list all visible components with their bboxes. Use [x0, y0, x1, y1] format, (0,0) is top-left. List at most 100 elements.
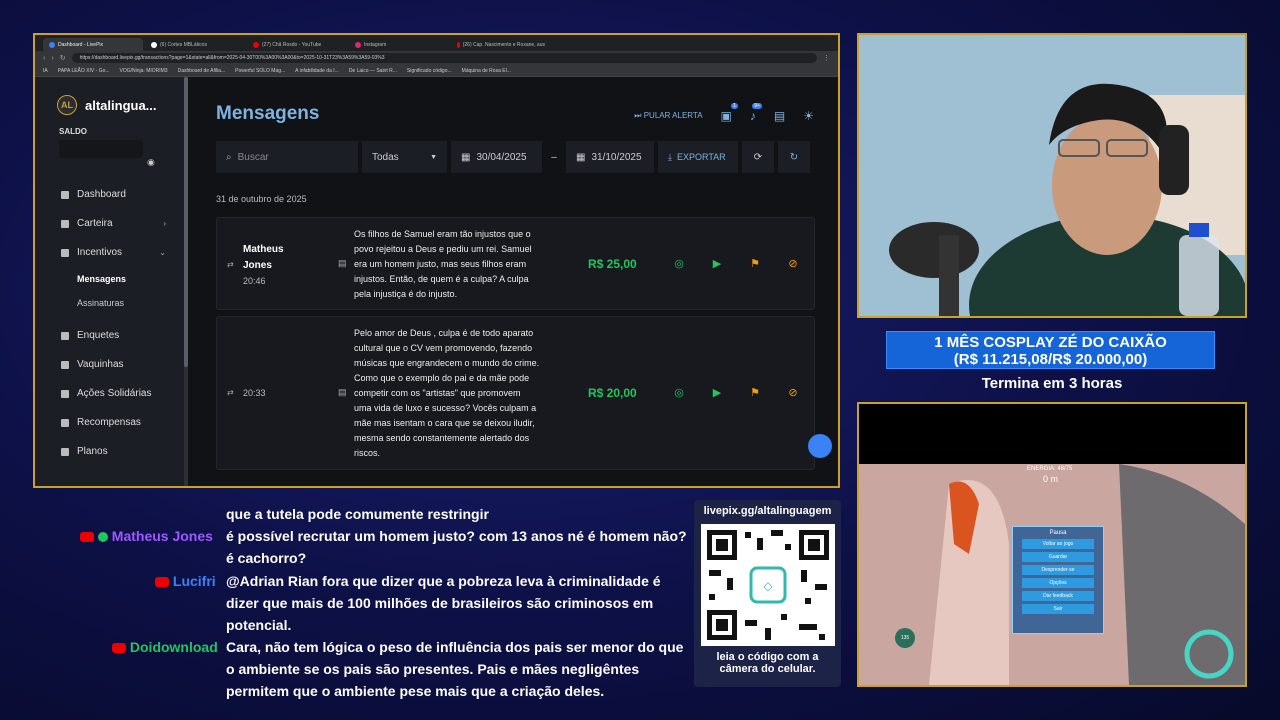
sidebar-item-recompensas[interactable]: Recompensas [35, 408, 188, 437]
notifications-icon[interactable]: ▣ 1 [721, 103, 738, 123]
qr-caption-line: leia o código com a [716, 651, 819, 663]
tab-label: (27) Chã Rosdo - YouTube [262, 41, 322, 48]
qr-code: ◇ [700, 524, 835, 646]
pause-title: Pausa [1049, 530, 1067, 536]
bookmarks-bar: IA PAPA LEÃO XIV - Go... VOG/Ninja: MIOR… [35, 65, 838, 77]
reward-icon [61, 418, 69, 427]
bookmark[interactable]: IA [43, 68, 48, 74]
sidebar-item-acoes-solidarias[interactable]: Ações Solidárias [35, 379, 188, 408]
block-icon[interactable]: ⊘ [786, 256, 800, 270]
logo-badge: AL [57, 95, 77, 115]
pause-button[interactable]: Guardar [1022, 552, 1094, 562]
x-favicon-icon [151, 41, 157, 48]
flag-icon[interactable]: ⚑ [748, 385, 762, 399]
chat-message: Lucifri [155, 570, 216, 592]
message-time: 20:33 [243, 388, 266, 398]
chat-support-button[interactable] [808, 434, 832, 458]
glasses-icon[interactable]: ◎ [672, 256, 686, 270]
swap-icon: ⇄ [227, 388, 234, 397]
layout-icon[interactable]: ▤ [774, 109, 785, 123]
bookmark[interactable]: Powerful SOLO Mag... [235, 68, 285, 74]
livepix-favicon-icon [49, 41, 55, 48]
exportar-button[interactable]: ⤓ EXPORTAR [658, 141, 738, 173]
refresh-button[interactable]: ↻ [778, 141, 810, 173]
notification-badge: 9+ [752, 103, 762, 109]
message-line: pela injustiça é do injusto. [354, 289, 458, 299]
svg-text:◇: ◇ [763, 579, 773, 593]
browser-tab[interactable]: Dashboard - LivePix [43, 38, 143, 51]
chat-line: @Adrian Rian fora que dizer que a pobrez… [226, 573, 661, 589]
browser-tab[interactable]: Instagram [349, 38, 449, 51]
browser-tab[interactable]: (6) Cortes MBLáticos [145, 38, 245, 51]
tab-bar: Dashboard - LivePix (6) Cortes MBLáticos… [35, 35, 838, 51]
message-line: mãe mas isentam o cara que se deixou ilu… [354, 418, 535, 428]
search-input[interactable]: ⌕ Buscar [216, 141, 358, 173]
sidebar-item-vaquinhas[interactable]: Vaquinhas [35, 350, 188, 379]
play-icon[interactable]: ▶ [710, 385, 724, 399]
pular-alerta-button[interactable]: ⏭ PULAR ALERTA [634, 111, 702, 121]
swap-icon: ⇄ [227, 260, 234, 269]
sidebar-item-label: Enquetes [77, 330, 120, 341]
sidebar-item-enquetes[interactable]: Enquetes [35, 321, 188, 350]
pause-button[interactable]: Voltar ao jogo [1022, 539, 1094, 549]
date-from-input[interactable]: ▦ 30/04/2025 [451, 141, 542, 173]
theme-toggle-icon[interactable]: ☀ [803, 109, 814, 123]
extensions-icon[interactable]: ⋮ [823, 54, 830, 62]
bookmark[interactable]: PAPA LEÃO XIV - Go... [58, 68, 110, 74]
sidebar-item-planos[interactable]: Planos [35, 437, 188, 466]
youtube-icon [155, 577, 169, 588]
pause-button[interactable]: Sair [1022, 604, 1094, 614]
bookmark[interactable]: VOG/Ninja: MIORIM3 [120, 68, 168, 74]
sidebar-subitem-assinaturas[interactable]: Assinaturas [35, 291, 188, 315]
sidebar-subitem-mensagens[interactable]: Mensagens [35, 267, 188, 291]
pause-button[interactable]: Dar feedback [1022, 591, 1094, 601]
url-input[interactable]: https://dashboard.livepix.gg/transaction… [71, 53, 817, 63]
youtube-icon [112, 643, 126, 654]
bell-icon[interactable]: ♪ 9+ [750, 103, 762, 123]
sidebar-item-dashboard[interactable]: Dashboard [35, 180, 188, 209]
message-icon: ▤ [338, 387, 347, 397]
logo[interactable]: AL altalingua... [35, 95, 188, 115]
depth-readout: 0 m [1043, 474, 1059, 484]
chevron-right-icon: › [163, 219, 166, 228]
energy-readout: ENERGIA: 48/75 [1027, 466, 1073, 472]
date-from-value: 30/04/2025 [476, 151, 527, 163]
message-line: cultural que o CV vem promovendo, fazend… [354, 343, 533, 353]
browser-tab[interactable]: (26) Cap. Nascimento e Roxane, aus [451, 38, 551, 51]
sidebar-item-label: Ações Solidárias [77, 388, 152, 399]
bookmark[interactable]: Significado código... [407, 68, 452, 74]
eye-icon[interactable]: ◉ [147, 157, 155, 168]
sidebar-item-carteira[interactable]: Carteira › [35, 209, 188, 238]
sidebar-item-incentivos[interactable]: Incentivos ⌄ [35, 238, 188, 267]
chat-username: Doidownload [129, 639, 218, 655]
tab-label: (6) Cortes MBLáticos [160, 41, 207, 48]
bookmark[interactable]: Dashboard de Afilia... [178, 68, 226, 74]
youtube-favicon-icon [253, 41, 259, 48]
bookmark[interactable]: Máquina de Rosa El... [462, 68, 511, 74]
browser-tab[interactable]: (27) Chã Rosdo - YouTube [247, 38, 347, 51]
back-icon[interactable]: ‹ [43, 55, 45, 62]
forward-icon[interactable]: › [51, 55, 53, 62]
calendar-icon: ▦ [576, 151, 586, 163]
sync-button[interactable]: ⟳ [742, 141, 774, 173]
date-to-input[interactable]: ▦ 31/10/2025 [566, 141, 654, 173]
message-line: povo rejeitou a Deus e pediu um rei. Sam… [354, 244, 532, 254]
play-icon[interactable]: ▶ [710, 256, 724, 270]
address-bar: ‹ › ↻ https://dashboard.livepix.gg/trans… [35, 51, 838, 65]
pause-button[interactable]: Opções [1022, 578, 1094, 588]
glasses-icon[interactable]: ◎ [672, 385, 686, 399]
sidebar: AL altalingua... SALDO ◉ Dashboard Carte… [35, 77, 188, 486]
flag-icon[interactable]: ⚑ [748, 256, 762, 270]
game-feed: ENERGIA: 48/75 0 m Pausa Voltar ao jogo … [857, 402, 1247, 687]
goal-title: 1 MÊS COSPLAY ZÉ DO CAIXÃO [934, 334, 1167, 351]
chat-line: potencial. [226, 617, 292, 633]
pause-button[interactable]: Desprender-se [1022, 565, 1094, 575]
bookmark[interactable]: De Laico — Saint R... [349, 68, 397, 74]
bookmark[interactable]: A infabilidade da I... [295, 68, 339, 74]
pular-alerta-label: PULAR ALERTA [643, 111, 703, 120]
pause-menu: Pausa Voltar ao jogo Guardar Desprender-… [1012, 526, 1104, 634]
filter-select[interactable]: Todas ▼ [362, 141, 447, 173]
saldo-value [59, 140, 143, 158]
block-icon[interactable]: ⊘ [786, 385, 800, 399]
reload-icon[interactable]: ↻ [60, 54, 66, 62]
